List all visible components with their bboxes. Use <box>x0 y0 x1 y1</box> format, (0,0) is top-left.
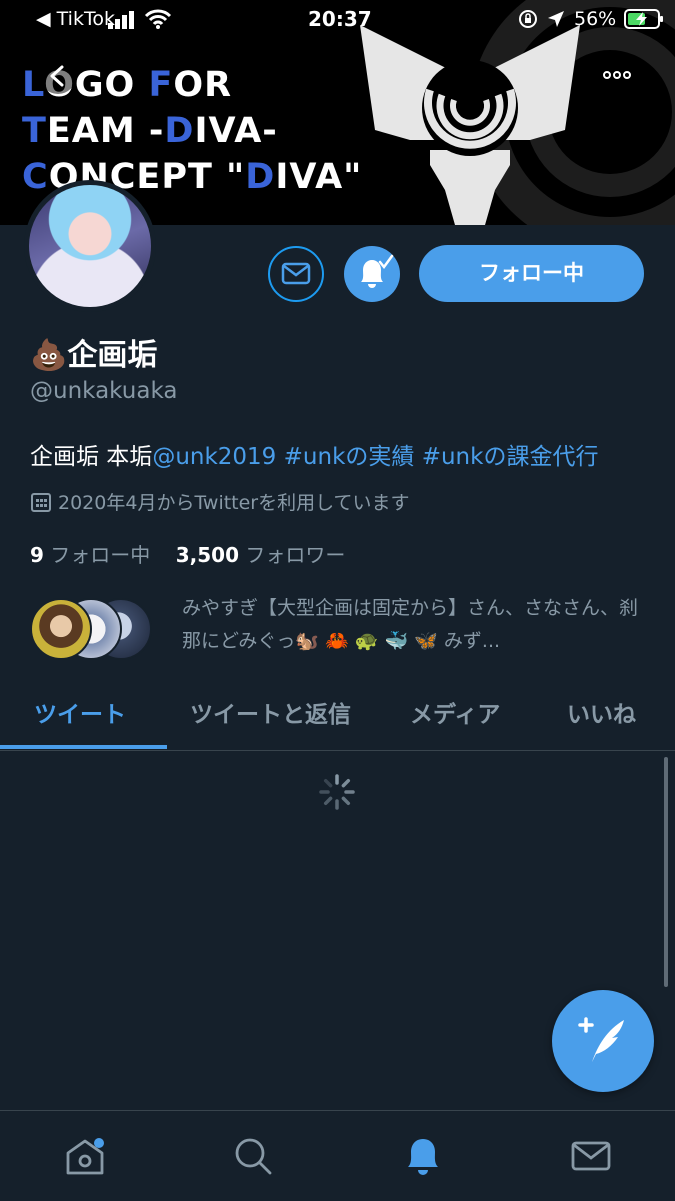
more-options-button[interactable] <box>599 57 635 93</box>
banner-letter: T <box>22 111 47 151</box>
avatar-image <box>29 185 151 307</box>
bottom-nav <box>0 1110 675 1201</box>
tab-likes[interactable]: いいね <box>567 695 636 729</box>
notifications-button[interactable] <box>344 246 400 302</box>
message-button[interactable] <box>268 246 324 302</box>
location-icon <box>548 11 564 27</box>
compose-tweet-button[interactable] <box>552 990 654 1092</box>
bell-check-icon <box>361 254 394 288</box>
home-icon <box>66 1138 104 1175</box>
following-label: フォロー中 <box>50 543 151 567</box>
banner-letter: F <box>148 65 174 105</box>
battery-percent: 56% <box>574 8 617 30</box>
known-followers-text[interactable]: みやすぎ【大型企画は固定から】さん、さなさん、刹那にどみぐっ🐿️ 🦀 🐢 🐳 🦋… <box>182 592 647 658</box>
spinner-icon <box>319 774 355 810</box>
profile-avatar[interactable] <box>24 180 156 312</box>
banner-letter: C <box>22 157 49 197</box>
bio-text: 企画垢 本垢 <box>30 444 153 470</box>
followers-count: 3,500 <box>175 543 239 567</box>
followers-link[interactable]: 3,500 フォロワー <box>176 543 346 567</box>
nav-messages[interactable] <box>568 1133 614 1179</box>
avatar <box>30 598 92 660</box>
status-bar: ◀ TikTok 20:37 56% <box>0 0 675 38</box>
envelope-icon <box>571 1141 611 1171</box>
joined-text: 2020年4月からTwitterを利用しています <box>58 492 410 514</box>
more-dots-icon <box>603 71 631 79</box>
search-icon <box>235 1138 272 1175</box>
status-time: 20:37 <box>308 7 372 31</box>
nav-search[interactable] <box>230 1133 276 1179</box>
bio-mention-link[interactable]: @unk2019 <box>152 444 276 470</box>
back-button[interactable] <box>40 58 76 94</box>
profile-bio: 企画垢 本垢@unk2019 #unkの実績 #unkの課金代行 <box>30 437 598 471</box>
banner-letter: D <box>164 111 195 151</box>
status-carrier[interactable]: ◀ TikTok <box>36 8 115 30</box>
profile-name: 💩企画垢 <box>30 330 157 374</box>
banner-word: IVA" <box>275 157 363 197</box>
tab-tweets[interactable]: ツイート <box>34 695 126 729</box>
compose-quill-icon <box>578 1017 624 1062</box>
calendar-icon <box>31 493 51 512</box>
envelope-icon <box>281 262 311 285</box>
wifi-icon <box>144 9 172 29</box>
tab-tweets-and-replies[interactable]: ツイートと返信 <box>190 695 351 729</box>
banner-letter: D <box>245 157 276 197</box>
following-link[interactable]: 9 フォロー中 <box>30 543 150 567</box>
bell-icon <box>408 1139 438 1175</box>
signal-icon <box>108 11 134 29</box>
following-button[interactable]: フォロー中 <box>419 245 644 302</box>
battery-icon <box>624 9 663 29</box>
nav-notifications[interactable] <box>400 1133 446 1179</box>
follow-stats: 9 フォロー中 3,500 フォロワー <box>30 539 345 568</box>
banner-word: IVA- <box>194 111 278 151</box>
profile-tabs: ツイート ツイートと返信 メディア いいね <box>0 683 675 751</box>
bio-hashtag-link[interactable]: #unkの実績 <box>284 444 415 470</box>
display-name: 企画垢 <box>67 338 158 373</box>
back-arrow-icon <box>50 65 64 87</box>
banner-word: OR <box>173 65 233 105</box>
name-emoji: 💩 <box>30 338 68 373</box>
profile-handle: @unkakuaka <box>30 378 178 404</box>
known-followers-avatars[interactable] <box>30 598 160 660</box>
bio-hashtag-link[interactable]: #unkの課金代行 <box>422 444 599 470</box>
followers-label: フォロワー <box>245 543 346 567</box>
nav-home[interactable] <box>62 1133 108 1179</box>
orientation-lock-icon <box>519 10 537 28</box>
active-tab-indicator <box>0 745 167 749</box>
following-count: 9 <box>30 543 44 567</box>
banner-word: EAM - <box>46 111 165 151</box>
joined-date: 2020年4月からTwitterを利用しています <box>30 488 410 515</box>
scrollbar[interactable] <box>664 757 668 987</box>
tab-media[interactable]: メディア <box>410 695 500 729</box>
